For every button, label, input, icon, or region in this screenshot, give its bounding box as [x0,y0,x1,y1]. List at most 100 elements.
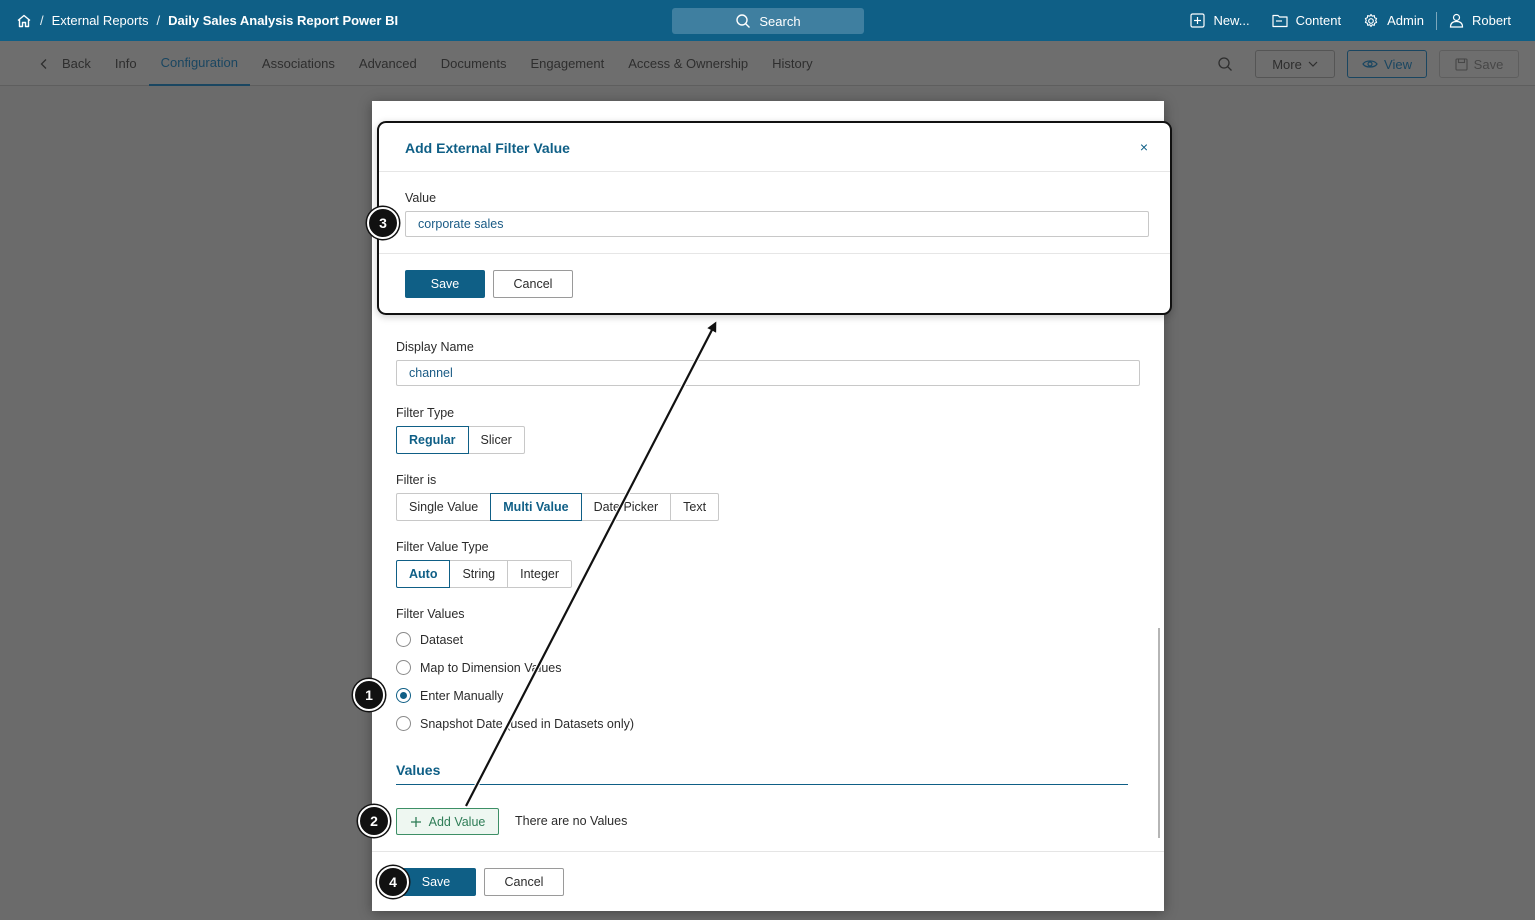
step-marker-4: 4 [377,866,409,898]
filter-is-text[interactable]: Text [670,493,720,521]
add-external-filter-value-dialog: Add External Filter Value × Value corpor… [377,121,1172,315]
radio-label: Snapshot Date (used in Datasets only) [420,716,635,731]
nav-actions: More View Save [1217,49,1519,79]
search-icon[interactable] [1217,56,1233,72]
home-icon[interactable] [16,13,32,29]
filter-value-type-label: Filter Value Type [396,540,489,554]
tab-bar: Back Info Configuration Associations Adv… [0,41,1535,86]
filter-type-slicer[interactable]: Slicer [467,426,525,454]
radio-label: Map to Dimension Values [420,660,562,675]
new-label: New... [1213,13,1250,28]
filter-type-label: Filter Type [396,406,455,420]
values-section-title: Values [396,762,441,778]
back-label: Back [62,56,91,71]
tab-advanced[interactable]: Advanced [347,41,429,86]
filter-values-option-enter-manually[interactable]: Enter Manually [396,688,503,703]
dialog-title: Add External Filter Value [405,140,570,156]
search-label: Search [759,13,801,29]
admin-button[interactable]: Admin [1363,13,1424,29]
radio-button[interactable] [396,632,411,647]
value-type-integer[interactable]: Integer [507,560,573,588]
filter-values-label: Filter Values [396,607,465,621]
user-menu[interactable]: Robert [1449,13,1511,28]
tab-info[interactable]: Info [103,41,149,86]
step-marker-3: 3 [367,207,399,239]
section-divider [396,784,1128,785]
add-value-label: Add Value [428,814,486,829]
breadcrumb: / External Reports / Daily Sales Analysi… [16,0,398,41]
filter-is-date-picker[interactable]: Date Picker [580,493,672,521]
dialog-cancel-button[interactable]: Cancel [493,270,573,298]
radio-label: Dataset [420,632,464,647]
new-button[interactable]: New... [1190,13,1250,28]
filter-is-label: Filter is [396,473,437,487]
breadcrumb-current-report: Daily Sales Analysis Report Power BI [168,13,399,28]
floppy-icon [1455,57,1468,71]
modal-cancel-button[interactable]: Cancel [484,868,564,896]
radio-button[interactable] [396,716,411,731]
user-name: Robert [1471,13,1511,28]
footer-divider [372,851,1164,852]
filter-values-option-map-dimension[interactable]: Map to Dimension Values [396,660,562,675]
search-icon [735,13,751,29]
display-name-input[interactable]: channel [396,360,1140,386]
tab-access-ownership[interactable]: Access & Ownership [616,41,760,86]
breadcrumb-separator: / [156,13,161,28]
plus-icon [410,816,422,828]
step-marker-2: 2 [358,805,390,837]
empty-values-message: There are no Values [515,814,628,828]
tab-history[interactable]: History [760,41,824,86]
value-type-string[interactable]: String [449,560,509,588]
tab-associations[interactable]: Associations [250,41,347,86]
filter-values-option-dataset[interactable]: Dataset [396,632,463,647]
value-label: Value [405,191,437,205]
filter-type-toggle: Regular Slicer [396,426,525,454]
folder-icon [1271,13,1288,28]
scrollbar[interactable] [1158,628,1160,838]
more-button[interactable]: More [1255,50,1335,78]
tab-engagement[interactable]: Engagement [518,41,616,86]
top-bar: / External Reports / Daily Sales Analysi… [0,0,1535,41]
view-button[interactable]: View [1347,50,1427,78]
filter-type-regular[interactable]: Regular [396,426,469,454]
value-input[interactable]: corporate sales [405,211,1149,237]
save-page-button[interactable]: Save [1439,50,1519,78]
dialog-header-divider [379,171,1170,172]
step-marker-1: 1 [353,679,385,711]
content-label: Content [1295,13,1342,28]
filter-is-toggle: Single Value Multi Value Date Picker Tex… [396,493,720,521]
radio-button[interactable] [396,660,411,675]
value-type-auto[interactable]: Auto [396,560,451,588]
dialog-footer-divider [379,253,1170,254]
chevron-left-icon [40,58,48,70]
admin-label: Admin [1387,13,1424,28]
eye-icon [1362,59,1378,69]
tab-documents[interactable]: Documents [429,41,519,86]
tab-configuration[interactable]: Configuration [148,41,250,86]
plus-square-icon [1190,13,1206,28]
breadcrumb-external-reports[interactable]: External Reports [52,13,149,28]
radio-button-selected[interactable] [396,688,411,703]
more-label: More [1272,56,1302,72]
breadcrumb-separator: / [40,13,44,28]
global-search-button[interactable]: Search [672,8,864,34]
tab-list: Back Info Configuration Associations Adv… [28,41,825,86]
radio-label: Enter Manually [420,688,504,703]
user-icon [1449,13,1464,28]
content-button[interactable]: Content [1271,13,1342,28]
filter-is-multi-value[interactable]: Multi Value [490,493,582,521]
add-value-button[interactable]: Add Value [396,808,499,835]
chevron-down-icon [1308,61,1318,67]
divider [1435,11,1437,30]
save-page-label: Save [1473,56,1504,72]
close-icon[interactable]: × [1140,139,1148,155]
filter-values-option-snapshot-date[interactable]: Snapshot Date (used in Datasets only) [396,716,634,731]
display-name-label: Display Name [396,340,474,354]
view-label: View [1384,56,1412,72]
filter-value-type-toggle: Auto String Integer [396,560,573,588]
back-button[interactable]: Back [28,41,103,86]
top-actions: New... Content Admin Robert [1190,0,1511,41]
gear-icon [1363,13,1379,29]
filter-is-single-value[interactable]: Single Value [396,493,492,521]
dialog-save-button[interactable]: Save [405,270,485,298]
